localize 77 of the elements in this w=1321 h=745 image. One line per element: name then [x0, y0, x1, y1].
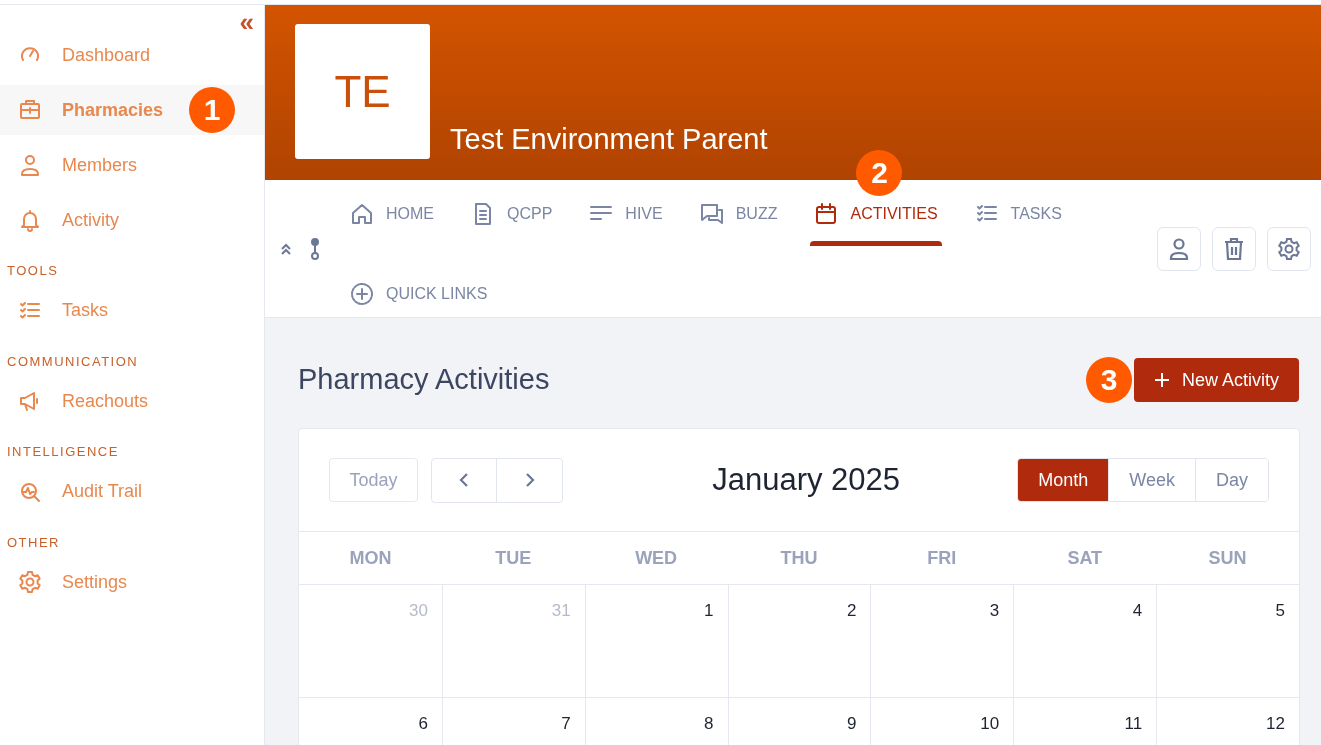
user-icon [18, 153, 42, 177]
settings-icon [1277, 236, 1301, 261]
day-number[interactable]: 3 [989, 601, 1000, 621]
day-number[interactable]: 12 [1266, 714, 1285, 734]
nav-tab[interactable]: QUICK LINKS [346, 276, 492, 312]
sidebar-item[interactable]: Tasks [0, 285, 264, 336]
weekday-label: FRI [927, 546, 957, 570]
sidebar-label: Audit Trail [62, 480, 143, 503]
chevron-left-icon [459, 472, 469, 488]
delete-button[interactable] [1212, 226, 1256, 271]
section-heading: INTELLIGENCE [6, 443, 120, 461]
sidebar-label: Reachouts [62, 389, 149, 413]
chat-icon [699, 202, 724, 226]
chevrons-up-icon[interactable] [280, 241, 292, 256]
nav-tab[interactable]: HIVE [585, 196, 667, 232]
weekday-label: SAT [1067, 546, 1103, 570]
plus-icon [1153, 372, 1170, 388]
section-heading: COMMUNICATION [6, 352, 140, 371]
sidebar-label: Dashboard [62, 43, 151, 67]
nav-tab[interactable]: ACTIVITIES [810, 196, 942, 232]
callout-marker: 1 [189, 87, 235, 133]
sidebar-label: Activity [62, 208, 119, 232]
day-number[interactable]: 5 [1275, 601, 1285, 621]
day-number[interactable]: 30 [408, 601, 428, 621]
view-tab[interactable]: Month [1018, 459, 1109, 501]
day-number[interactable]: 7 [561, 714, 571, 734]
trash-icon [1223, 236, 1245, 261]
section-title: Pharmacy Activities [298, 362, 550, 398]
bell-icon [18, 208, 42, 232]
weekday-label: WED [635, 546, 678, 570]
new-activity-button[interactable]: New Activity [1133, 358, 1299, 402]
day-number[interactable]: 10 [980, 714, 1000, 734]
home-icon [350, 202, 374, 226]
sidebar-label: Members [62, 153, 137, 177]
briefcase-icon [18, 98, 42, 122]
day-number[interactable]: 31 [551, 601, 571, 621]
view-tab[interactable]: Day [1195, 459, 1268, 501]
settings-button[interactable] [1267, 226, 1311, 271]
sidebar-item[interactable]: Members [0, 140, 264, 190]
nav-tab[interactable]: HOME [346, 196, 438, 232]
calendar-icon [814, 202, 839, 226]
sidebar-item[interactable]: Activity [0, 195, 264, 245]
user-button[interactable] [1157, 226, 1201, 271]
nav-tab[interactable]: QCPP [467, 196, 557, 232]
chevron-right-icon [524, 472, 535, 488]
day-number[interactable]: 11 [1124, 714, 1143, 734]
day-number[interactable]: 6 [418, 714, 428, 734]
section-heading: TOOLS [6, 262, 60, 280]
month-title: January 2025 [712, 460, 901, 499]
day-number[interactable]: 4 [1132, 601, 1143, 621]
sidebar-label: Tasks [62, 299, 108, 322]
day-number[interactable]: 9 [846, 714, 857, 734]
today-button[interactable]: Today [329, 458, 418, 502]
logo-tile: TE [295, 24, 430, 159]
sidebar-item[interactable]: Reachouts [0, 376, 264, 426]
nav-tab[interactable]: TASKS [970, 196, 1066, 232]
weekday-label: SUN [1208, 546, 1247, 570]
day-number[interactable]: 8 [704, 714, 714, 734]
weekday-label: TUE [495, 546, 532, 570]
settings-icon [18, 570, 42, 594]
page-heading: Test Environment Parent [450, 122, 768, 157]
sidebar-label: Settings [62, 570, 128, 594]
sidebar-item[interactable]: Pharmacies 1 [0, 85, 264, 135]
sidebar-item[interactable]: Audit Trail [0, 466, 264, 517]
user-icon [1168, 236, 1190, 261]
sidebar-item[interactable]: Settings [0, 557, 264, 607]
section-heading: OTHER [6, 533, 61, 552]
plus-circle-icon [350, 282, 374, 306]
weekday-label: THU [780, 546, 818, 570]
callout-marker: 3 [1086, 357, 1132, 403]
nav-tab[interactable]: BUZZ [695, 196, 782, 232]
pin-icon[interactable] [310, 237, 320, 260]
day-number[interactable]: 1 [704, 601, 714, 621]
weekday-label: MON [349, 546, 392, 570]
callout-marker: 2 [856, 150, 903, 196]
day-number[interactable]: 2 [846, 601, 857, 621]
sidebar-label: Pharmacies [62, 98, 164, 122]
